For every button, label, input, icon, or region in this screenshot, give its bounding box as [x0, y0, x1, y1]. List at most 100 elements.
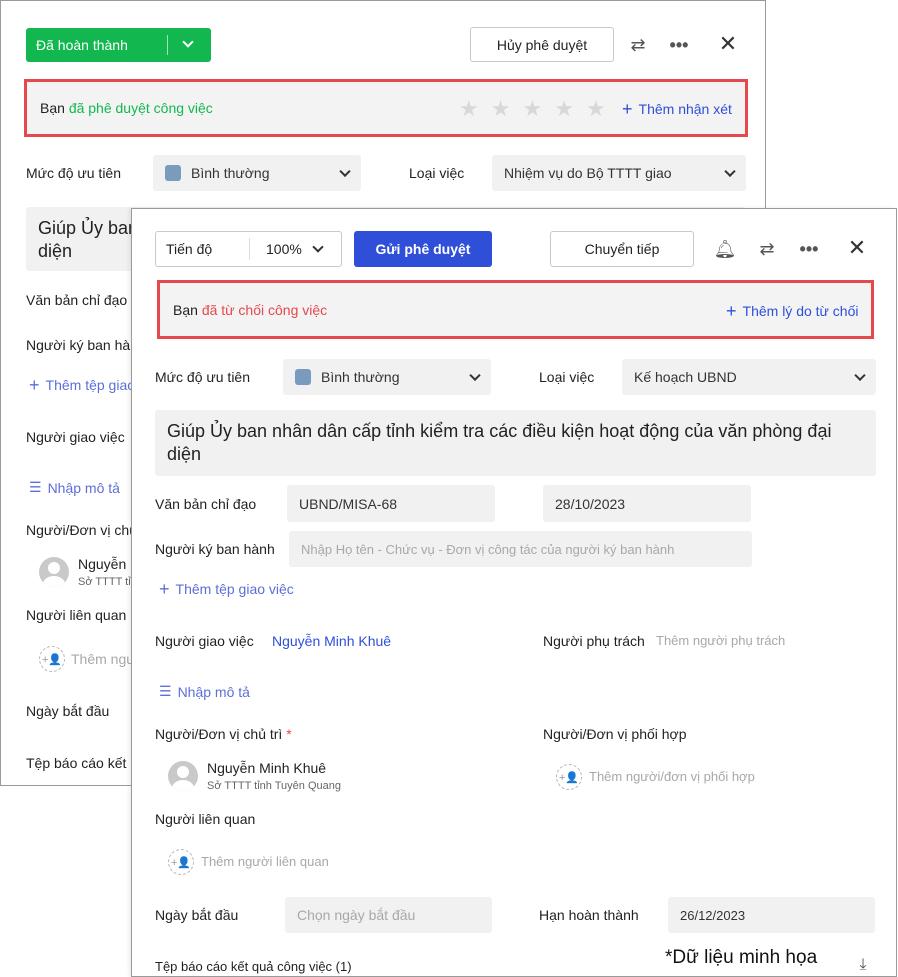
- plus-icon: +: [622, 99, 633, 119]
- cancel-approve-button[interactable]: Hủy phê duyệt: [470, 27, 614, 62]
- deadline-label: Hạn hoàn thành: [539, 907, 639, 923]
- status-dropdown-button[interactable]: Đã hoàn thành: [26, 28, 211, 62]
- start-date-label: Ngày bắt đầu: [26, 703, 110, 719]
- assigner-label: Người giao việc: [26, 429, 125, 445]
- close-icon[interactable]: ✕: [715, 31, 741, 57]
- deadline-field[interactable]: 26/12/2023: [668, 897, 875, 933]
- rejected-task-panel: Tiến độ 100% Gửi phê duyệt Chuyển tiếp 🔔…: [131, 208, 897, 977]
- priority-color-swatch: [165, 165, 181, 181]
- owner-org: Sở TTTT tỉn: [78, 576, 137, 588]
- owner-name: Nguyễn Minh Khuê: [207, 760, 327, 776]
- menu-lines-icon: ☰: [29, 479, 42, 495]
- directive-number-field[interactable]: UBND/MISA-68: [287, 485, 495, 522]
- coop-placeholder[interactable]: Thêm người/đơn vị phối hợp: [589, 769, 755, 784]
- rejection-banner: Bạn đã từ chối công việc + Thêm lý do từ…: [157, 280, 874, 339]
- task-type-label: Loại việc: [539, 369, 595, 385]
- chevron-down-icon: [182, 36, 194, 48]
- priority-label: Mức độ ưu tiên: [155, 369, 251, 385]
- bell-icon[interactable]: 🔔︎: [712, 236, 738, 262]
- related-label: Người liên quan: [155, 811, 256, 827]
- task-title[interactable]: Giúp Ủy ban nhân dân cấp tỉnh kiểm tra c…: [155, 410, 876, 476]
- chevron-down-icon: [339, 165, 351, 178]
- banner-status: đã từ chối công việc: [201, 301, 328, 318]
- owner-label-text: Người/Đơn vị chủ trì: [155, 726, 283, 742]
- priority-value: Bình thường: [191, 165, 270, 181]
- manager-placeholder[interactable]: Thêm người phụ trách: [656, 633, 785, 648]
- signer-label: Người ký ban hà: [26, 337, 131, 353]
- add-reject-reason-label: Thêm lý do từ chối: [742, 303, 859, 319]
- assigner-value[interactable]: Nguyễn Minh Khuê: [272, 633, 391, 649]
- download-icon[interactable]: ⤓: [852, 954, 874, 976]
- priority-select[interactable]: Bình thường: [283, 359, 491, 395]
- owner-label: Người/Đơn vị chủ: [26, 522, 137, 538]
- chevron-down-icon: [854, 369, 866, 382]
- more-icon[interactable]: •••: [796, 236, 822, 262]
- add-person-icon[interactable]: +👤: [168, 849, 194, 875]
- directive-label: Văn bản chỉ đạo: [26, 292, 128, 308]
- owner-org: Sở TTTT tỉnh Tuyên Quang: [207, 780, 341, 792]
- start-date-field[interactable]: Chọn ngày bắt đầu: [285, 897, 492, 933]
- report-label: Tệp báo cáo kết: [26, 755, 127, 771]
- add-comment-label: Thêm nhận xét: [638, 101, 732, 117]
- chevron-down-icon: [312, 241, 324, 253]
- star-icon[interactable]: ★: [586, 96, 606, 122]
- add-attachment-button[interactable]: + Thêm tệp giao việc: [159, 579, 294, 599]
- star-icon[interactable]: ★: [522, 96, 542, 122]
- send-approval-button[interactable]: Gửi phê duyệt: [354, 231, 492, 267]
- description-label: Nhập mô tả: [177, 683, 250, 700]
- repeat-icon[interactable]: ⇄: [625, 32, 651, 58]
- star-icon[interactable]: ★: [554, 96, 574, 122]
- more-icon[interactable]: •••: [666, 32, 692, 58]
- avatar: [168, 761, 198, 791]
- owner-name: Nguyễn: [78, 556, 127, 572]
- add-reject-reason-button[interactable]: + Thêm lý do từ chối: [726, 302, 859, 320]
- plus-icon: +: [159, 579, 170, 599]
- close-icon[interactable]: ✕: [844, 235, 870, 261]
- progress-label: Tiến độ: [166, 241, 213, 257]
- report-label: Tệp báo cáo kết quả công việc (1): [155, 959, 352, 974]
- description-button[interactable]: ☰ Nhập mô tả: [29, 479, 120, 496]
- forward-button[interactable]: Chuyển tiếp: [550, 231, 694, 267]
- description-label: Nhập mô tả: [47, 479, 120, 496]
- directive-date-field[interactable]: 28/10/2023: [543, 485, 751, 522]
- signer-input[interactable]: Nhập Họ tên - Chức vụ - Đơn vị công tác …: [289, 531, 752, 567]
- status-label: Đã hoàn thành: [36, 37, 128, 53]
- coop-label: Người/Đơn vị phối hợp: [543, 726, 687, 742]
- task-type-value: Kế hoạch UBND: [634, 369, 737, 385]
- chevron-down-icon: [469, 369, 481, 382]
- task-type-value: Nhiệm vụ do Bộ TTTT giao: [504, 165, 672, 181]
- avatar: [39, 557, 69, 587]
- menu-lines-icon: ☰: [159, 683, 172, 699]
- task-type-select[interactable]: Kế hoạch UBND: [622, 359, 876, 395]
- related-placeholder[interactable]: Thêm ngư: [71, 651, 136, 667]
- priority-select[interactable]: Bình thường: [153, 155, 361, 191]
- directive-label: Văn bản chỉ đạo: [155, 496, 257, 512]
- add-person-icon[interactable]: +👤: [556, 764, 582, 790]
- owner-label: Người/Đơn vị chủ trì *: [155, 726, 292, 742]
- add-comment-button[interactable]: + Thêm nhận xét: [622, 99, 732, 119]
- manager-label: Người phụ trách: [543, 633, 645, 649]
- required-mark: *: [286, 726, 292, 742]
- plus-icon: +: [29, 375, 40, 395]
- star-icon[interactable]: ★: [459, 96, 479, 122]
- repeat-icon[interactable]: ⇄: [754, 236, 780, 262]
- task-type-label: Loại việc: [409, 165, 465, 181]
- star-icon[interactable]: ★: [491, 96, 511, 122]
- related-placeholder[interactable]: Thêm người liên quan: [201, 854, 329, 869]
- banner-prefix: Bạn: [173, 301, 198, 318]
- progress-dropdown[interactable]: Tiến độ 100%: [155, 231, 342, 267]
- rating-stars[interactable]: ★ ★ ★ ★ ★: [459, 96, 606, 122]
- banner-prefix: Bạn: [40, 100, 65, 116]
- description-button[interactable]: ☰ Nhập mô tả: [159, 683, 250, 700]
- assigner-label: Người giao việc: [155, 633, 254, 649]
- task-type-select[interactable]: Nhiệm vụ do Bộ TTTT giao: [492, 155, 746, 191]
- start-date-label: Ngày bắt đầu: [155, 907, 239, 923]
- add-person-icon[interactable]: +👤: [39, 646, 65, 672]
- add-attachment-button[interactable]: + Thêm tệp giao: [29, 375, 135, 395]
- priority-label: Mức độ ưu tiên: [26, 165, 122, 181]
- banner-status: đã phê duyệt công việc: [68, 100, 213, 116]
- chevron-down-icon: [724, 165, 736, 178]
- add-attachment-label: Thêm tệp giao việc: [175, 581, 294, 597]
- approval-banner: Bạn đã phê duyệt công việc ★ ★ ★ ★ ★ + T…: [24, 79, 748, 137]
- priority-color-swatch: [295, 369, 311, 385]
